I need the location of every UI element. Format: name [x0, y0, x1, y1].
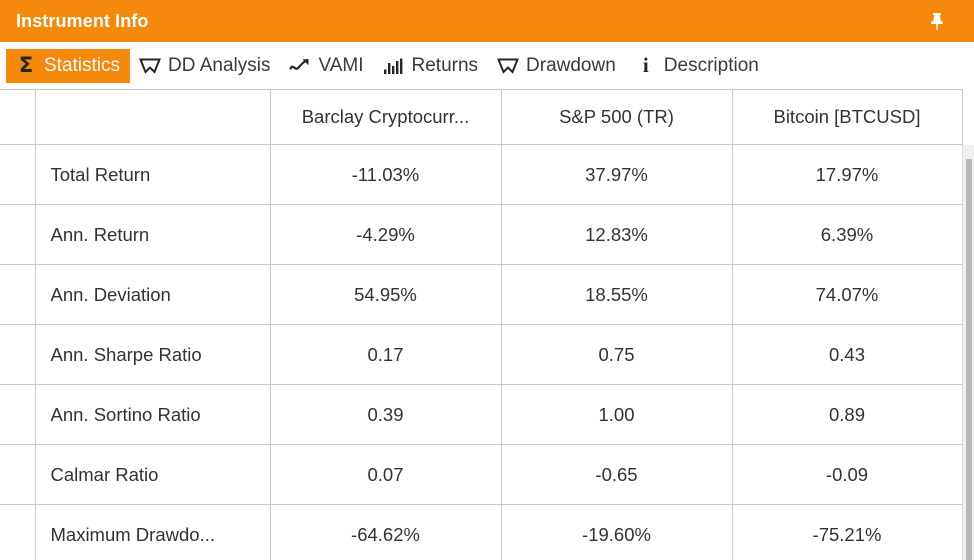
tab-vami-label: VAMI	[318, 55, 364, 76]
table-row[interactable]: Ann. Deviation 54.95% 18.55% 74.07%	[0, 264, 963, 325]
row-selector-cell[interactable]	[0, 264, 36, 325]
bar-chart-icon	[383, 55, 405, 77]
statistics-table: Barclay Cryptocurr... S&P 500 (TR) Bitco…	[0, 89, 963, 560]
cell-value: -0.09	[731, 444, 963, 505]
statistics-table-area: Barclay Cryptocurr... S&P 500 (TR) Bitco…	[0, 89, 974, 560]
table-row[interactable]: Maximum Drawdo... -64.62% -19.60% -75.21…	[0, 504, 963, 560]
tab-description-label: Description	[663, 55, 759, 76]
column-header-2[interactable]: Bitcoin [BTCUSD]	[731, 89, 963, 145]
row-selector-cell[interactable]	[0, 384, 36, 445]
instrument-info-panel: Instrument Info Σ Statistics DD Analysis	[0, 0, 974, 560]
table-header: Barclay Cryptocurr... S&P 500 (TR) Bitco…	[0, 89, 963, 145]
table-header-row: Barclay Cryptocurr... S&P 500 (TR) Bitco…	[0, 89, 963, 145]
cell-value: -75.21%	[731, 504, 963, 560]
cell-value: 0.17	[269, 324, 502, 385]
pin-icon[interactable]	[928, 11, 946, 31]
tab-dd-analysis-label: DD Analysis	[168, 55, 271, 76]
cell-value: 12.83%	[500, 204, 733, 265]
row-selector-cell[interactable]	[0, 324, 36, 385]
row-selector-cell[interactable]	[0, 144, 36, 205]
cell-value: -19.60%	[500, 504, 733, 560]
tab-drawdown[interactable]: Drawdown	[488, 49, 626, 83]
titlebar: Instrument Info	[0, 0, 974, 42]
row-selector-cell[interactable]	[0, 204, 36, 265]
tab-drawdown-label: Drawdown	[526, 55, 616, 76]
cell-value: 37.97%	[500, 144, 733, 205]
drawdown-icon	[139, 55, 162, 77]
cell-value: 0.43	[731, 324, 963, 385]
column-header-0[interactable]: Barclay Cryptocurr...	[269, 89, 502, 145]
tab-description[interactable]: i Description	[626, 49, 769, 83]
trend-line-icon	[289, 55, 311, 77]
cell-value: 18.55%	[500, 264, 733, 325]
cell-value: 0.89	[731, 384, 963, 445]
table-row[interactable]: Ann. Sharpe Ratio 0.17 0.75 0.43	[0, 324, 963, 385]
cell-value: -4.29%	[269, 204, 502, 265]
row-label: Ann. Sortino Ratio	[34, 384, 271, 445]
table-row[interactable]: Total Return -11.03% 37.97% 17.97%	[0, 144, 963, 205]
cell-value: 6.39%	[731, 204, 963, 265]
cell-value: 54.95%	[269, 264, 502, 325]
cell-value: 0.75	[500, 324, 733, 385]
table-row[interactable]: Calmar Ratio 0.07 -0.65 -0.09	[0, 444, 963, 505]
tab-bar: Σ Statistics DD Analysis VAMI Returns Dr…	[0, 42, 974, 89]
row-label: Calmar Ratio	[34, 444, 271, 505]
cell-value: 0.39	[269, 384, 502, 445]
table-row[interactable]: Ann. Return -4.29% 12.83% 6.39%	[0, 204, 963, 265]
cell-value: -64.62%	[269, 504, 502, 560]
row-label: Maximum Drawdo...	[34, 504, 271, 560]
metric-name-header	[34, 89, 271, 145]
table-row[interactable]: Ann. Sortino Ratio 0.39 1.00 0.89	[0, 384, 963, 445]
tab-returns-label: Returns	[411, 55, 479, 76]
row-selector-cell[interactable]	[0, 504, 36, 560]
sigma-icon: Σ	[18, 53, 34, 77]
vertical-scrollbar[interactable]	[962, 145, 974, 560]
table-body: Total Return -11.03% 37.97% 17.97% Ann. …	[0, 144, 963, 560]
info-icon: i	[642, 53, 649, 77]
row-label: Ann. Return	[34, 204, 271, 265]
tab-dd-analysis[interactable]: DD Analysis	[130, 49, 280, 83]
row-selector-cell[interactable]	[0, 444, 36, 505]
row-label: Ann. Sharpe Ratio	[34, 324, 271, 385]
row-label: Total Return	[34, 144, 271, 205]
column-header-1[interactable]: S&P 500 (TR)	[500, 89, 733, 145]
window-title: Instrument Info	[16, 11, 149, 31]
drawdown-icon	[497, 55, 520, 77]
tab-returns[interactable]: Returns	[374, 49, 489, 83]
tab-statistics-label: Statistics	[44, 55, 121, 76]
tab-statistics[interactable]: Σ Statistics	[6, 48, 131, 83]
cell-value: 0.07	[269, 444, 502, 505]
row-selector-header	[0, 89, 36, 145]
cell-value: 17.97%	[731, 144, 963, 205]
row-label: Ann. Deviation	[34, 264, 271, 325]
cell-value: -11.03%	[269, 144, 502, 205]
cell-value: -0.65	[500, 444, 733, 505]
cell-value: 1.00	[500, 384, 733, 445]
titlebar-actions	[928, 11, 964, 31]
vertical-scrollbar-thumb[interactable]	[966, 159, 972, 560]
tab-vami[interactable]: VAMI	[280, 49, 373, 83]
cell-value: 74.07%	[731, 264, 963, 325]
